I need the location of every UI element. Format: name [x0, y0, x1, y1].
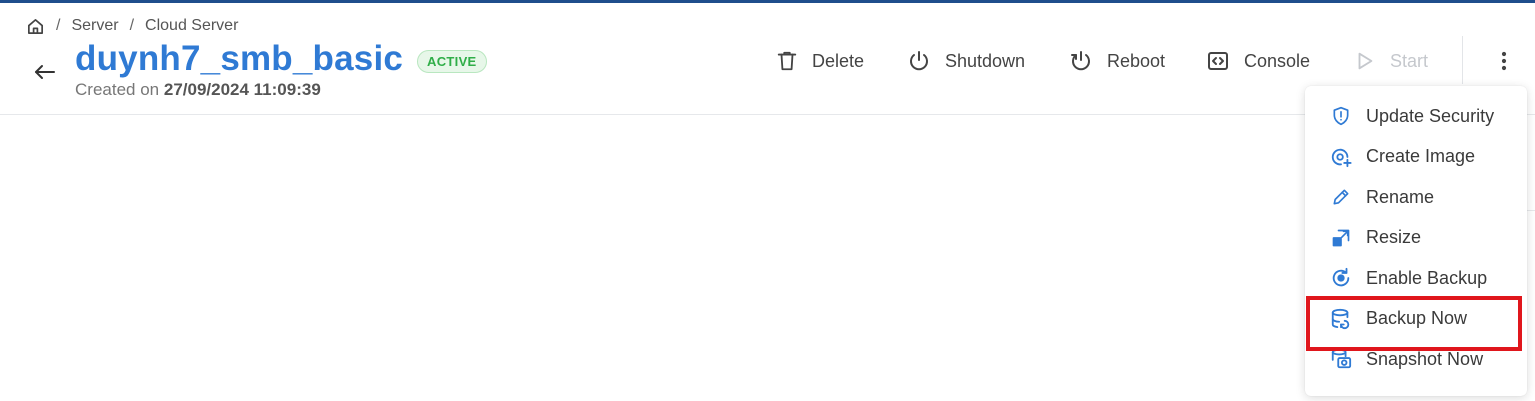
shutdown-button[interactable]: Shutdown	[907, 43, 1025, 79]
status-badge: ACTIVE	[417, 49, 487, 73]
breadcrumb-separator: /	[129, 17, 135, 34]
menu-item-backup-now[interactable]: Backup Now	[1305, 299, 1527, 340]
menu-item-resize[interactable]: Resize	[1305, 218, 1527, 259]
menu-item-rename[interactable]: Rename	[1305, 177, 1527, 218]
power-icon	[910, 51, 928, 71]
page-title: duynh7_smb_basic	[75, 39, 404, 78]
more-options-button[interactable]	[1492, 43, 1516, 79]
shutdown-label: Shutdown	[945, 50, 1026, 71]
home-icon[interactable]	[25, 16, 45, 36]
menu-item-enable-backup[interactable]: Enable Backup	[1305, 258, 1527, 299]
delete-button[interactable]: Delete	[776, 43, 864, 79]
toolbar-divider	[1462, 36, 1463, 84]
title-row: duynh7_smb_basic ACTIVE	[75, 39, 487, 79]
pencil-icon	[1330, 186, 1352, 208]
menu-item-label: Resize	[1366, 227, 1422, 248]
shield-icon	[1330, 105, 1352, 127]
menu-item-label: Backup Now	[1366, 308, 1468, 329]
menu-item-label: Update Security	[1366, 105, 1495, 126]
breadcrumb-item-server[interactable]: Server	[71, 17, 118, 35]
disc-plus-icon	[1330, 146, 1352, 168]
created-label: Created on	[75, 80, 160, 99]
reboot-button[interactable]: Reboot	[1069, 43, 1165, 79]
reboot-label: Reboot	[1107, 50, 1166, 71]
start-label: Start	[1390, 50, 1429, 71]
console-button[interactable]: Console	[1206, 43, 1310, 79]
breadcrumb: / Server / Cloud Server	[25, 16, 238, 36]
created-date: Created on 27/09/2024 11:09:39	[75, 80, 321, 100]
trash-icon	[777, 51, 797, 71]
menu-item-label: Snapshot Now	[1366, 348, 1484, 369]
menu-item-create-image[interactable]: Create Image	[1305, 137, 1527, 178]
menu-item-label: Enable Backup	[1366, 267, 1488, 288]
more-vertical-icon	[1501, 51, 1507, 71]
menu-item-update-security[interactable]: Update Security	[1305, 96, 1527, 137]
menu-item-label: Rename	[1366, 186, 1435, 207]
created-value: 27/09/2024 11:09:39	[163, 80, 321, 99]
breadcrumb-item-cloud-server[interactable]: Cloud Server	[145, 17, 238, 35]
backup-cycle-icon	[1330, 267, 1352, 289]
console-label: Console	[1244, 50, 1311, 71]
menu-item-label: Create Image	[1366, 146, 1476, 167]
delete-label: Delete	[812, 50, 865, 71]
content-divider	[1527, 210, 1535, 211]
start-button[interactable]: Start	[1354, 43, 1428, 79]
arrow-left-icon	[35, 65, 55, 79]
resize-icon	[1330, 227, 1352, 249]
more-options-menu: Update Security Create Image Rename Resi…	[1305, 86, 1527, 396]
back-button[interactable]	[32, 59, 58, 85]
database-backup-icon	[1330, 308, 1352, 330]
play-icon	[1358, 52, 1373, 70]
breadcrumb-separator: /	[56, 17, 61, 34]
camera-database-icon	[1330, 348, 1352, 370]
reboot-icon	[1071, 51, 1090, 71]
console-icon	[1208, 52, 1228, 70]
menu-item-snapshot-now[interactable]: Snapshot Now	[1305, 339, 1527, 380]
